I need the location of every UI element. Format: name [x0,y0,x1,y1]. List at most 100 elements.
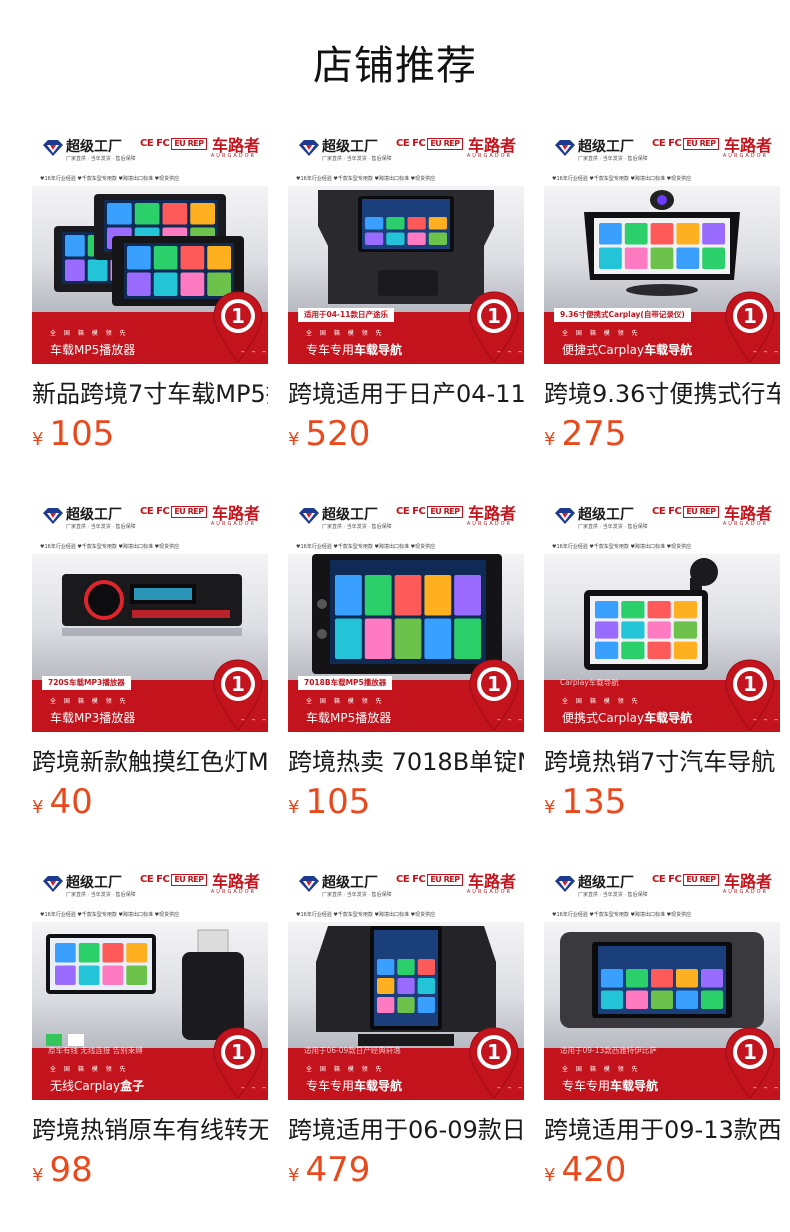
pin-number: 1 [231,304,245,328]
currency-symbol: ¥ [544,1165,556,1186]
cert-text: CE FC [140,506,170,517]
footer-normal-text: 专车专用 [562,1079,611,1093]
footer-tagline: 全 国 箱 模 领 先 [50,1066,129,1073]
cert-text: CE FC [396,506,426,517]
certification-badges: CE FC EU REP [140,874,207,886]
price-value: 40 [49,782,93,822]
product-name[interactable]: 跨境新款触摸红色灯MP3 [32,744,268,780]
footer-title: 车载MP5播放器 [50,341,135,358]
footer-title: 便携式Carplay车载导航 [562,709,692,726]
footer-tagline: 全 国 箱 模 领 先 [562,1066,641,1073]
product-image[interactable]: 超级工厂 厂家直供 · 当年发货 · 售后保障 CE FC EU REP 车路者 … [32,864,268,1100]
product-card[interactable]: 超级工厂 厂家直供 · 当年发货 · 售后保障 CE FC EU REP 车路者 … [288,128,524,456]
feature-strip: ♥16年行业经验 ♥千款车型专用款 ♥跨境出口标准 ♥现货供应 [544,540,780,554]
product-card[interactable]: 超级工厂 厂家直供 · 当年发货 · 售后保障 CE FC EU REP 车路者 … [544,496,780,824]
footer-dashes: – – – [752,347,780,356]
footer-normal-text: 车载MP5播放器 [306,711,392,725]
brand-left-text: 超级工厂 [66,139,122,155]
product-price: ¥105 [288,780,524,824]
brand-left-subtext: 厂家直供 · 当年发货 · 售后保障 [322,156,392,162]
pin-number: 1 [231,1040,245,1064]
currency-symbol: ¥ [544,797,556,818]
certification-badges: CE FC EU REP [140,506,207,518]
feature-strip: ♥16年行业经验 ♥千款车型专用款 ♥跨境出口标准 ♥现货供应 [32,540,268,554]
certification-badges: CE FC EU REP [396,874,463,886]
footer-dashes: – – – [752,715,780,724]
product-card[interactable]: 超级工厂 厂家直供 · 当年发货 · 售后保障 CE FC EU REP 车路者 … [544,128,780,456]
footer-title: 无线Carplay盒子 [50,1077,144,1094]
currency-symbol: ¥ [288,1165,300,1186]
product-name[interactable]: 跨境热销原车有线转无线 [32,1112,268,1148]
brand-left-subtext: 厂家直供 · 当年发货 · 售后保障 [578,892,648,898]
product-card[interactable]: 超级工厂 厂家直供 · 当年发货 · 售后保障 CE FC EU REP 车路者 … [32,496,268,824]
product-image[interactable]: 超级工厂 厂家直供 · 当年发货 · 售后保障 CE FC EU REP 车路者 … [288,864,524,1100]
footer-bold-text: 盒子 [120,1079,145,1093]
pin-number: 1 [487,1040,501,1064]
product-name[interactable]: 跨境适用于日产04-11款途乐 [288,376,524,412]
product-grid: 超级工厂 厂家直供 · 当年发货 · 售后保障 CE FC EU REP 车路者 … [32,128,780,1208]
brand-left-text: 超级工厂 [322,139,378,155]
feature-strip: ♥16年行业经验 ♥千款车型专用款 ♥跨境出口标准 ♥现货供应 [288,540,524,554]
product-price: ¥40 [32,780,268,824]
product-card[interactable]: 超级工厂 厂家直供 · 当年发货 · 售后保障 CE FC EU REP 车路者 … [32,864,268,1192]
product-name[interactable]: 跨境适用于09-13款西雅特 [544,1112,780,1148]
product-image[interactable]: 超级工厂 厂家直供 · 当年发货 · 售后保障 CE FC EU REP 车路者 … [544,496,780,732]
product-note-label: Carplay车载导航 [560,678,619,687]
product-note-label: 适用于06-09款日产经典轩逸 [304,1046,401,1055]
product-card[interactable]: 超级工厂 厂家直供 · 当年发货 · 售后保障 CE FC EU REP 车路者 … [32,128,268,456]
product-price: ¥520 [288,412,524,456]
pin-number: 1 [743,672,757,696]
product-image[interactable]: 超级工厂 厂家直供 · 当年发货 · 售后保障 CE FC EU REP 车路者 … [544,864,780,1100]
diamond-logo-icon [555,876,575,892]
certification-badges: CE FC EU REP [396,506,463,518]
product-price: ¥105 [32,412,268,456]
footer-title: 车载MP3播放器 [50,709,135,726]
brand-left-subtext: 厂家直供 · 当年发货 · 售后保障 [578,524,648,530]
product-card[interactable]: 超级工厂 厂家直供 · 当年发货 · 售后保障 CE FC EU REP 车路者 … [288,496,524,824]
diamond-logo-icon [555,508,575,524]
product-name[interactable]: 跨境热卖 7018B单锭MP5 [288,744,524,780]
product-image[interactable]: 超级工厂 厂家直供 · 当年发货 · 售后保障 CE FC EU REP 车路者 … [32,128,268,364]
brand-left-text: 超级工厂 [66,875,122,891]
product-image[interactable]: 超级工厂 厂家直供 · 当年发货 · 售后保障 CE FC EU REP 车路者 … [288,496,524,732]
brand-right-subtext: AURGADOR [466,521,512,527]
brand-left-text: 超级工厂 [322,875,378,891]
product-price: ¥98 [32,1148,268,1192]
footer-normal-text: 无线Carplay [50,1079,121,1093]
currency-symbol: ¥ [288,429,300,450]
footer-bold-text: 车载导航 [610,1079,659,1093]
product-image[interactable]: 超级工厂 厂家直供 · 当年发货 · 售后保障 CE FC EU REP 车路者 … [288,128,524,364]
product-name[interactable]: 新品跨境7寸车载MP5播放器 [32,376,268,412]
diamond-logo-icon [555,140,575,156]
product-card[interactable]: 超级工厂 厂家直供 · 当年发货 · 售后保障 CE FC EU REP 车路者 … [288,864,524,1192]
pin-number: 1 [743,1040,757,1064]
brand-left-text: 超级工厂 [578,139,634,155]
certification-badges: CE FC EU REP [652,874,719,886]
cert-box: EU REP [427,138,463,150]
product-image[interactable]: 超级工厂 厂家直供 · 当年发货 · 售后保障 CE FC EU REP 车路者 … [32,496,268,732]
currency-symbol: ¥ [32,429,44,450]
feature-strip: ♥16年行业经验 ♥千款车型专用款 ♥跨境出口标准 ♥现货供应 [32,172,268,186]
footer-title: 专车专用车载导航 [562,1077,658,1094]
footer-dashes: – – – [240,347,268,356]
brand-right-subtext: AURGADOR [210,521,256,527]
cert-box: EU REP [171,506,207,518]
product-image[interactable]: 超级工厂 厂家直供 · 当年发货 · 售后保障 CE FC EU REP 车路者 … [544,128,780,364]
currency-symbol: ¥ [544,429,556,450]
product-name[interactable]: 跨境适用于06-09款日产 [288,1112,524,1148]
product-price: ¥275 [544,412,780,456]
product-card[interactable]: 超级工厂 厂家直供 · 当年发货 · 售后保障 CE FC EU REP 车路者 … [544,864,780,1192]
footer-bold-text: 车载导航 [644,343,693,357]
footer-normal-text: 专车专用 [306,343,355,357]
footer-tagline: 全 国 箱 模 领 先 [306,330,385,337]
diamond-logo-icon [43,876,63,892]
footer-normal-text: 车载MP3播放器 [50,711,136,725]
footer-bold-text: 车载导航 [644,711,693,725]
price-value: 105 [305,782,371,822]
product-name[interactable]: 跨境热销7寸汽车导航 [544,744,780,780]
currency-symbol: ¥ [32,797,44,818]
product-price: ¥135 [544,780,780,824]
cert-box: EU REP [683,874,719,886]
product-name[interactable]: 跨境9.36寸便携式行车记录仪 [544,376,780,412]
brand-right-subtext: AURGADOR [466,153,512,159]
